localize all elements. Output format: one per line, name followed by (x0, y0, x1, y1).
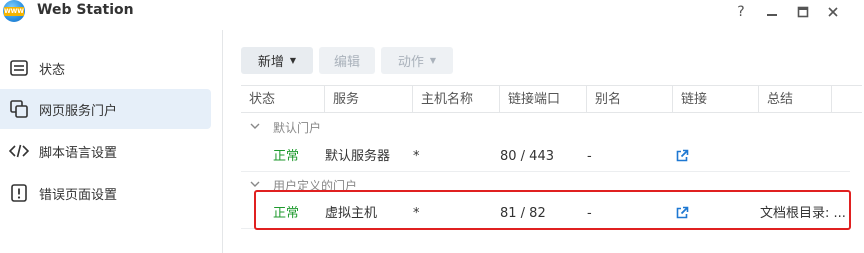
group-header-user-portal[interactable]: 用户定义的门户 (241, 171, 862, 199)
sidebar-item-error-page[interactable]: 错误页面设置 (0, 173, 211, 213)
column-header-port[interactable]: 链接端口 (500, 86, 587, 113)
caret-down-icon: ▼ (289, 56, 297, 65)
row-port: 81 / 82 (500, 206, 546, 221)
group-label: 用户定义的门户 (273, 178, 358, 193)
chevron-down-icon (250, 122, 260, 133)
window-title: Web Station (37, 2, 134, 18)
sidebar-item-label: 网页服务门户 (39, 103, 118, 119)
table-row[interactable]: 正常 默认服务器 * 80 / 443 - (241, 141, 850, 172)
sidebar: 状态 网页服务门户 脚本语言设置 错误页面设置 (0, 30, 223, 253)
help-button[interactable]: ? (731, 2, 751, 22)
row-hostname: * (413, 206, 420, 221)
maximize-button[interactable] (793, 2, 813, 22)
table-header: 状态 服务 主机名称 链接端口 别名 链接 总结 (241, 85, 862, 113)
minimize-icon (767, 14, 777, 16)
maximize-icon (797, 6, 809, 18)
row-status: 正常 (273, 206, 300, 221)
action-button-label: 动作 (397, 55, 424, 70)
group-label: 默认门户 (273, 120, 322, 135)
row-summary: 文档根目录: ... (760, 206, 846, 221)
caret-down-icon: ▼ (429, 56, 437, 65)
table-row[interactable]: 正常 虚拟主机 * 81 / 82 - 文档根目录: ... (241, 198, 850, 229)
edit-button-label: 编辑 (333, 55, 360, 70)
sidebar-item-label: 错误页面设置 (39, 187, 118, 203)
row-hostname: * (413, 149, 420, 164)
minimize-button[interactable] (762, 2, 782, 22)
portal-icon (9, 99, 29, 119)
code-icon (9, 141, 29, 161)
row-alias: - (587, 206, 592, 221)
row-port: 80 / 443 (500, 149, 554, 164)
row-alias: - (587, 149, 592, 164)
sidebar-item-status[interactable]: 状态 (0, 48, 211, 88)
row-service: 虚拟主机 (325, 206, 378, 221)
column-header-link[interactable]: 链接 (673, 86, 759, 113)
edit-button[interactable]: 编辑 (319, 47, 375, 74)
new-button[interactable]: 新增 ▼ (241, 47, 313, 74)
chevron-down-icon (250, 180, 260, 191)
close-icon (828, 7, 838, 17)
web-station-app-icon: WWW (3, 0, 25, 22)
row-status: 正常 (273, 149, 300, 164)
row-summary (759, 141, 849, 172)
new-button-label: 新增 (257, 55, 284, 70)
sidebar-item-label: 状态 (39, 62, 66, 78)
column-header-service[interactable]: 服务 (325, 86, 413, 113)
column-header-summary[interactable]: 总结 (759, 86, 832, 113)
row-service: 默认服务器 (325, 149, 391, 164)
status-icon (9, 58, 29, 78)
column-header-alias[interactable]: 别名 (587, 86, 673, 113)
column-header-status[interactable]: 状态 (241, 86, 325, 113)
column-header-hostname[interactable]: 主机名称 (413, 86, 500, 113)
external-link-icon[interactable] (675, 206, 689, 220)
sidebar-item-script-language[interactable]: 脚本语言设置 (0, 131, 211, 171)
title-bar: WWW Web Station ? (0, 0, 864, 24)
action-button[interactable]: 动作 ▼ (381, 47, 453, 74)
external-link-icon[interactable] (675, 149, 689, 163)
sidebar-item-label: 脚本语言设置 (39, 145, 118, 161)
app-icon-badge: WWW (4, 7, 24, 16)
close-button[interactable] (823, 2, 843, 22)
group-header-default-portal[interactable]: 默认门户 (241, 113, 862, 141)
error-icon (9, 183, 29, 203)
sidebar-item-web-portal[interactable]: 网页服务门户 (0, 89, 211, 129)
